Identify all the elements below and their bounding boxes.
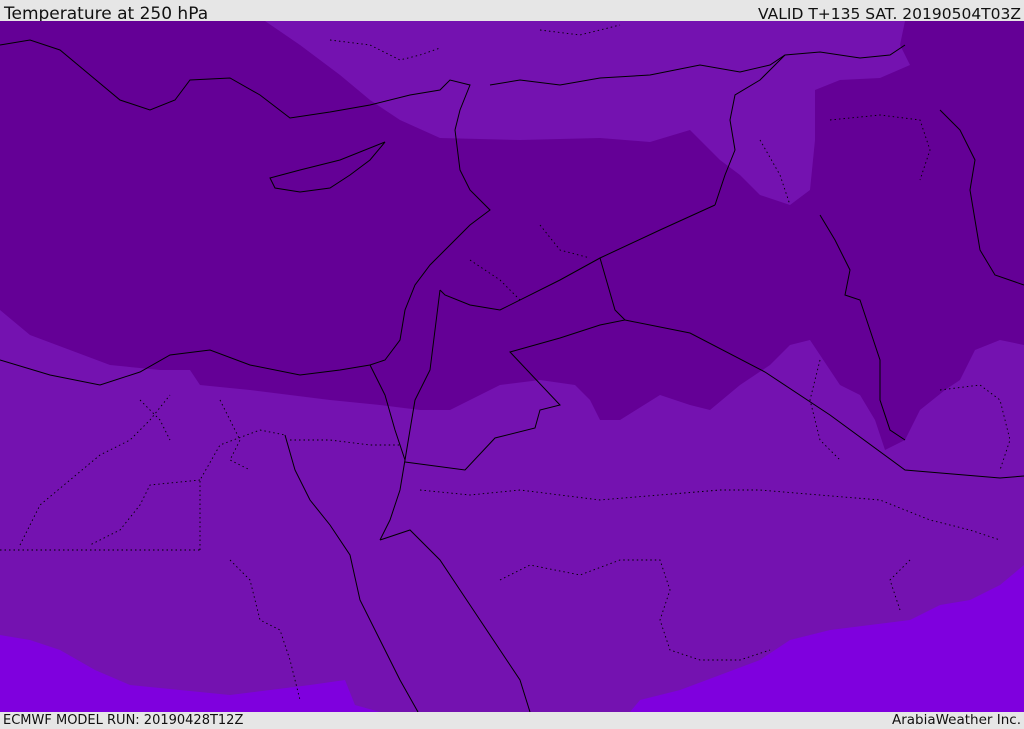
footer-bar: ECMWF MODEL RUN: 20190428T12Z ArabiaWeat… (0, 712, 1024, 729)
header-bar: Temperature at 250 hPa VALID T+135 SAT. … (0, 0, 1024, 24)
temperature-map[interactable] (0, 21, 1024, 712)
credit-label: ArabiaWeather Inc. (891, 712, 1021, 728)
map-panel[interactable] (0, 21, 1024, 712)
model-run-label: ECMWF MODEL RUN: 20190428T12Z (3, 713, 244, 728)
